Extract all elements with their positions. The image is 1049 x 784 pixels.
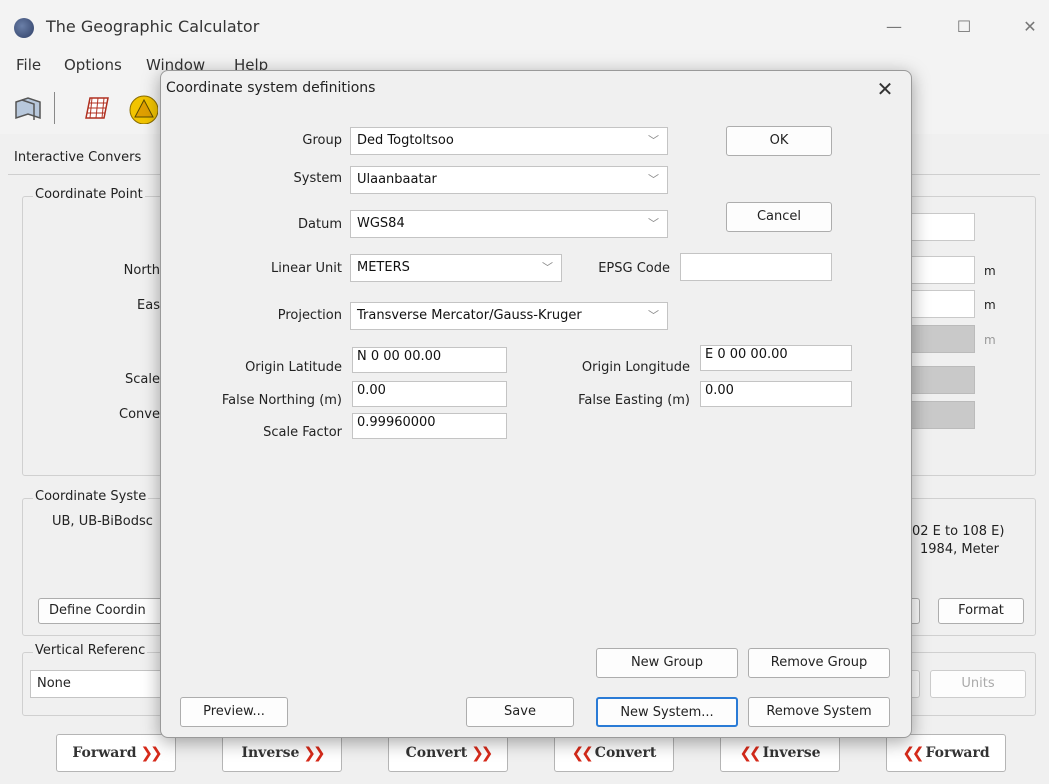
system-label: System — [293, 171, 342, 186]
define-coordinate-system-button[interactable]: Define Coordin — [38, 598, 168, 624]
scale-factor-label: Scale Factor — [263, 425, 342, 440]
projection-select[interactable]: Transverse Mercator/Gauss-Kruger ﹀ — [350, 302, 668, 330]
false-easting-input[interactable]: 0.00 — [700, 381, 852, 407]
linear-unit-label: Linear Unit — [271, 261, 342, 276]
forward-left-label: Forward — [925, 745, 990, 761]
group-select[interactable]: Ded Togtoltsoo ﹀ — [350, 127, 668, 155]
ok-button[interactable]: OK — [726, 126, 832, 156]
northing-unit: m — [984, 264, 996, 278]
grid-icon[interactable] — [80, 92, 112, 124]
forward-right-button[interactable]: Forward ❯❯ — [56, 734, 176, 772]
origin-latitude-label: Origin Latitude — [245, 360, 342, 375]
remove-system-button[interactable]: Remove System — [748, 697, 890, 727]
convergence-label: Conve — [119, 407, 160, 422]
right-top-field[interactable] — [905, 213, 975, 241]
vertical-reference-title: Vertical Referenc — [33, 643, 148, 658]
datum-units-text: 1984, Meter — [920, 542, 1000, 557]
origin-latitude-input[interactable]: N 0 00 00.00 — [352, 347, 507, 373]
format-button[interactable]: Format — [938, 598, 1024, 624]
tab-interactive-conversion[interactable]: Interactive Convers — [14, 150, 141, 165]
new-group-button[interactable]: New Group — [596, 648, 738, 678]
easting-label: Eas — [137, 298, 160, 313]
height-field — [905, 325, 975, 353]
double-chevron-right-icon: ❯❯ — [303, 744, 325, 762]
double-chevron-right-icon: ❯❯ — [471, 744, 493, 762]
preview-button[interactable]: Preview... — [180, 697, 288, 727]
epsg-code-label: EPSG Code — [598, 261, 670, 276]
dialog-close-button[interactable]: ✕ — [870, 74, 900, 104]
forward-left-button[interactable]: ❮❮ Forward — [886, 734, 1006, 772]
convert-right-label: Convert — [405, 745, 468, 761]
false-easting-label: False Easting (m) — [578, 393, 690, 408]
coordinate-system-title: Coordinate Syste — [33, 489, 149, 504]
forward-right-label: Forward — [72, 745, 137, 761]
epsg-code-input[interactable] — [680, 253, 832, 281]
scale-factor-input[interactable]: 0.99960000 — [352, 413, 507, 439]
units-button: Units — [930, 670, 1026, 698]
convert-left-label: Convert — [594, 745, 657, 761]
app-title: The Geographic Calculator — [46, 17, 260, 36]
chevron-down-icon: ﹀ — [648, 134, 659, 147]
toolbar-separator — [54, 92, 55, 124]
height-unit: m — [984, 333, 996, 347]
convert-left-button[interactable]: ❮❮ Convert — [554, 734, 674, 772]
easting-unit: m — [984, 298, 996, 312]
datum-select[interactable]: WGS84 ﹀ — [350, 210, 668, 238]
double-chevron-left-icon: ❮❮ — [902, 744, 924, 762]
convert-right-button[interactable]: Convert ❯❯ — [388, 734, 508, 772]
inverse-left-label: Inverse — [762, 745, 821, 761]
group-select-value: Ded Togtoltsoo — [357, 133, 454, 148]
scale-label: Scale — [125, 372, 160, 387]
chevron-down-icon: ﹀ — [648, 173, 659, 186]
chevron-down-icon: ﹀ — [648, 217, 659, 230]
cancel-button[interactable]: Cancel — [726, 202, 832, 232]
group-label: Group — [302, 133, 342, 148]
coordinate-system-description: UB, UB-BiBodsc — [52, 514, 153, 529]
save-button[interactable]: Save — [466, 697, 574, 727]
northing-label: North — [123, 263, 160, 278]
origin-longitude-label: Origin Longitude — [581, 360, 690, 375]
system-select-value: Ulaanbaatar — [357, 172, 437, 187]
linear-unit-select-value: METERS — [357, 260, 410, 275]
false-northing-label: False Northing (m) — [221, 393, 342, 408]
double-chevron-left-icon: ❮❮ — [739, 744, 761, 762]
system-select[interactable]: Ulaanbaatar ﹀ — [350, 166, 668, 194]
easting-field[interactable] — [905, 290, 975, 318]
map-sheets-icon[interactable] — [12, 92, 44, 124]
coordinate-point-title: Coordinate Point — [33, 187, 145, 202]
linear-unit-select[interactable]: METERS ﹀ — [350, 254, 562, 282]
convergence-field — [905, 401, 975, 429]
origin-longitude-input[interactable]: E 0 00 00.00 — [700, 345, 852, 371]
datum-select-value: WGS84 — [357, 216, 405, 231]
dialog-title: Coordinate system definitions — [166, 80, 376, 96]
remove-group-button[interactable]: Remove Group — [748, 648, 890, 678]
northing-field[interactable] — [905, 256, 975, 284]
projection-label: Projection — [277, 308, 342, 323]
close-window-button[interactable]: ✕ — [1010, 14, 1049, 40]
minimize-button[interactable]: — — [874, 14, 914, 40]
double-chevron-right-icon: ❯❯ — [140, 744, 163, 762]
scale-field — [905, 366, 975, 394]
projection-select-value: Transverse Mercator/Gauss-Kruger — [357, 308, 582, 323]
maximize-button[interactable]: ☐ — [944, 14, 984, 40]
inverse-right-button[interactable]: Inverse ❯❯ — [222, 734, 342, 772]
datum-label: Datum — [298, 217, 342, 232]
zone-range-text: 02 E to 108 E) — [912, 524, 1005, 539]
double-chevron-left-icon: ❮❮ — [571, 744, 594, 762]
false-northing-input[interactable]: 0.00 — [352, 381, 507, 407]
vertical-reference-select[interactable]: None — [30, 670, 170, 698]
triangle-warning-icon[interactable] — [126, 92, 158, 124]
globe-icon — [14, 18, 34, 38]
menu-options[interactable]: Options — [64, 56, 122, 74]
new-system-button[interactable]: New System... — [596, 697, 738, 727]
menu-file[interactable]: File — [16, 56, 41, 74]
inverse-right-label: Inverse — [241, 745, 300, 761]
inverse-left-button[interactable]: ❮❮ Inverse — [720, 734, 840, 772]
chevron-down-icon: ﹀ — [648, 309, 659, 322]
chevron-down-icon: ﹀ — [542, 261, 553, 274]
